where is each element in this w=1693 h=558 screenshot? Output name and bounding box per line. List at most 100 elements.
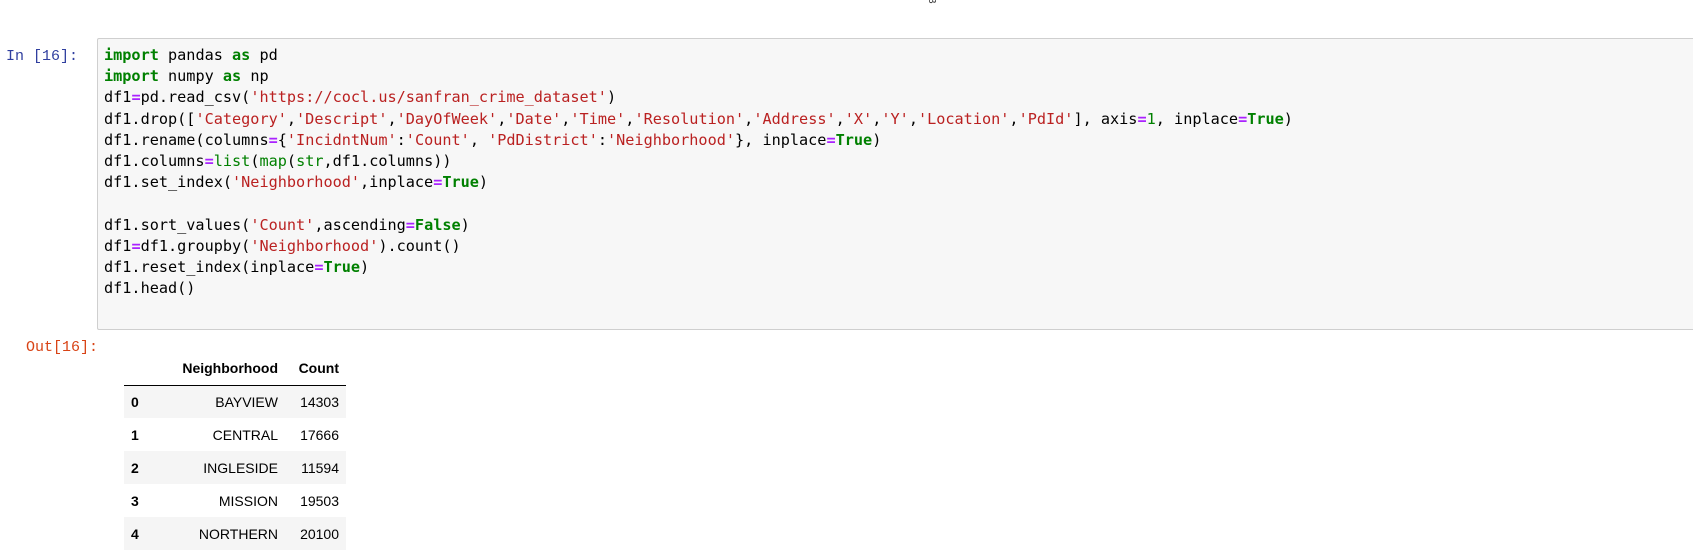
code-token: 'https://cocl.us/sanfran_crime_dataset' <box>250 88 607 107</box>
code-token: np <box>241 67 269 86</box>
code-token: 'PdDistrict' <box>488 130 598 149</box>
code-token: , inplace <box>1155 109 1239 128</box>
count-column-header: Count <box>285 352 346 386</box>
code-token: 'IncidntNum' <box>286 130 397 149</box>
code-token: list <box>213 151 251 170</box>
code-token: ) <box>360 257 370 276</box>
code-line[interactable]: df1.drop(['Category','Descript','DayOfWe… <box>104 109 1293 130</box>
code-token: df1.set_index( <box>104 173 233 192</box>
code-token: ) <box>460 215 470 234</box>
dataframe-output-table: Neighborhood Count 0 BAYVIEW 14303 1 CEN… <box>124 352 346 550</box>
code-token: 'Neighborhood' <box>232 173 361 192</box>
neighborhood-cell: MISSION <box>218 492 278 509</box>
code-token: 'Neighborhood' <box>250 236 379 255</box>
code-token: 'Neighborhood' <box>607 130 736 149</box>
count-cell: 17666 <box>300 426 339 443</box>
code-token: df1.rename(columns <box>104 130 269 149</box>
code-token: , <box>497 109 507 128</box>
code-token: as <box>232 46 251 64</box>
code-token: df1 <box>104 88 132 107</box>
code-token: { <box>277 130 287 149</box>
code-token: ( <box>286 151 297 170</box>
code-token: ) <box>606 88 617 107</box>
code-token: 'Resolution' <box>634 109 745 128</box>
code-token: , <box>1009 109 1019 128</box>
row-index: 3 <box>131 492 139 509</box>
code-line[interactable]: df1.set_index('Neighborhood',inplace=Tru… <box>104 172 1293 193</box>
code-token: = <box>826 130 836 149</box>
code-token: ,ascending <box>314 215 406 234</box>
count-cell: 19503 <box>300 492 339 509</box>
code-token: str <box>296 151 324 170</box>
neighborhood-cell: NORTHERN <box>198 525 278 542</box>
code-token: ,inplace <box>360 173 434 192</box>
code-line[interactable]: df1=pd.read_csv('https://cocl.us/sanfran… <box>104 87 1293 108</box>
code-token: , <box>908 109 918 128</box>
code-token: 'Count' <box>405 130 470 149</box>
code-token: df1.reset_index(inplace <box>104 257 315 276</box>
code-token: 'Category' <box>195 109 287 128</box>
code-token: : <box>597 130 607 149</box>
table-row: 4 NORTHERN 20100 <box>124 517 346 550</box>
code-token: = <box>433 173 443 192</box>
row-index: 0 <box>131 393 139 410</box>
code-token: = <box>268 130 278 149</box>
code-token: 'DayOfWeek' <box>396 109 498 128</box>
code-token: pd <box>250 46 278 64</box>
code-line[interactable]: import pandas as pd <box>104 45 1293 66</box>
table-row: 3 MISSION 19503 <box>124 484 346 517</box>
code-token: import <box>104 46 159 64</box>
code-lines[interactable]: import pandas as pd import numpy as np df1… <box>104 45 1293 299</box>
table-row: 0 BAYVIEW 14303 <box>124 385 346 418</box>
code-line[interactable]: df1=df1.groupby('Neighborhood').count() <box>104 236 1293 257</box>
code-token: 'PdId' <box>1018 109 1074 128</box>
code-token: 'Date' <box>506 109 562 128</box>
code-line[interactable]: df1.sort_values('Count',ascending=False) <box>104 215 1293 236</box>
neighborhood-cell: INGLESIDE <box>203 459 278 476</box>
code-token: = <box>1137 109 1147 128</box>
code-token: ) <box>1283 109 1293 128</box>
code-line[interactable]: df1.head() <box>104 278 1293 299</box>
code-token: : <box>396 130 406 149</box>
code-token: map <box>259 151 287 170</box>
code-token: = <box>131 88 141 107</box>
count-cell: 20100 <box>300 525 339 542</box>
output-prompt: Out[16]: <box>26 339 99 356</box>
neighborhood-column-header: Neighborhood <box>154 352 285 386</box>
code-line[interactable]: ​ <box>104 193 1293 214</box>
code-token: ).count() <box>378 236 461 255</box>
count-cell: 11594 <box>301 459 339 476</box>
code-token: = <box>204 151 214 170</box>
row-index: 1 <box>131 426 139 443</box>
code-token: import <box>104 67 159 86</box>
code-token: True <box>323 257 361 276</box>
code-token: df1.head() <box>104 279 196 298</box>
code-token: , <box>872 109 882 128</box>
code-token: , <box>744 109 754 128</box>
code-line[interactable]: df1.columns=list(map(str,df1.columns)) <box>104 151 1293 172</box>
code-line[interactable]: df1.reset_index(inplace=True) <box>104 257 1293 278</box>
row-index: 4 <box>131 525 139 542</box>
input-prompt: In [16]: <box>6 48 79 65</box>
code-token: False <box>414 215 461 234</box>
code-token: ) <box>872 130 882 149</box>
code-token: , <box>469 130 489 149</box>
neighborhood-cell: BAYVIEW <box>215 393 278 410</box>
top-toolbar-fragment: B <box>926 0 937 4</box>
code-token: 'Descript' <box>296 109 388 128</box>
code-token: = <box>405 215 415 234</box>
code-token: df1.groupby( <box>140 236 251 255</box>
code-token: 'Location' <box>917 109 1010 128</box>
code-token: 'Y' <box>881 109 909 128</box>
code-content[interactable]: import pandas as pd import numpy as np df1… <box>104 45 1293 299</box>
code-line[interactable]: df1.rename(columns={'IncidntNum':'Count'… <box>104 130 1293 151</box>
code-token: df1 <box>104 236 132 255</box>
code-token: df1.drop([ <box>104 109 196 128</box>
row-index: 2 <box>131 459 139 476</box>
neighborhood-cell: CENTRAL <box>212 426 278 443</box>
index-column-header <box>124 352 154 386</box>
code-token: }, inplace <box>735 130 827 149</box>
code-token: True <box>442 173 479 192</box>
code-line[interactable]: import numpy as np <box>104 66 1293 87</box>
code-editor[interactable]: import pandas as pd import numpy as np df1… <box>97 38 1693 330</box>
